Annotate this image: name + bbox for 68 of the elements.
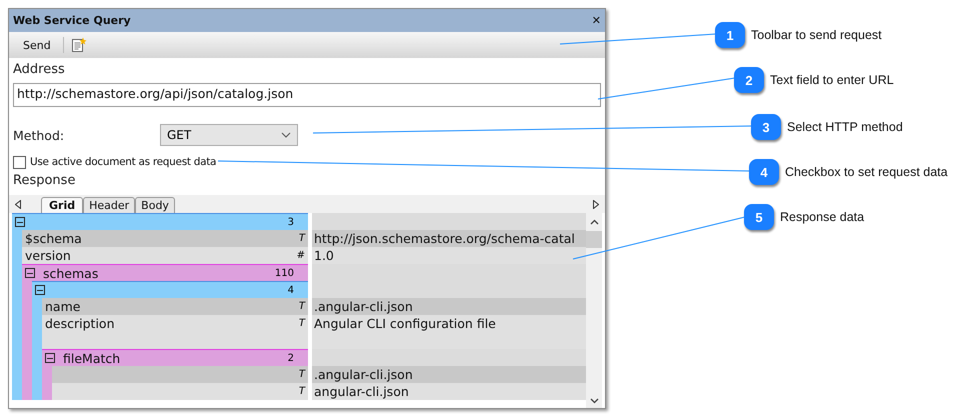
item-count: 4 — [288, 284, 294, 296]
method-label: Method: — [13, 128, 66, 142]
checkbox[interactable] — [13, 156, 26, 168]
scrollbar[interactable] — [586, 213, 602, 408]
scroll-left-icon[interactable] — [15, 200, 21, 208]
callout-text: Toolbar to send request — [751, 28, 882, 42]
chevron-down-icon — [281, 132, 291, 138]
field-value: http://json.schemastore.org/schema-catal — [314, 231, 575, 246]
number-badge: 3 — [751, 114, 781, 140]
callout-text: Text field to enter URL — [770, 73, 894, 87]
nesting-bar — [42, 383, 52, 400]
type-marker: T — [298, 300, 305, 312]
type-marker: T — [298, 232, 305, 244]
tab[interactable]: Body — [135, 197, 175, 213]
callout-text: Checkbox to set request data — [785, 165, 948, 179]
scroll-right-icon[interactable] — [593, 200, 599, 208]
field-value: Angular CLI configuration file — [314, 316, 496, 331]
collapse-icon[interactable] — [15, 217, 25, 227]
type-marker: T — [298, 317, 305, 329]
nesting-bar — [22, 383, 32, 400]
group-header[interactable]: fileMatch 2 — [42, 349, 308, 366]
group-name: schemas — [43, 266, 98, 280]
item-count: 110 — [274, 268, 294, 278]
callout-text: Select HTTP method — [787, 120, 903, 134]
item-count: 2 — [288, 352, 294, 364]
type-marker: T — [298, 368, 305, 380]
field-value: angular-cli.json — [314, 384, 409, 399]
document-star-icon[interactable] — [70, 37, 87, 53]
nesting-bar — [42, 366, 52, 383]
collapse-icon[interactable] — [45, 353, 55, 363]
field-name: description — [45, 316, 115, 331]
group-name: fileMatch — [63, 350, 120, 366]
collapse-icon[interactable] — [25, 268, 35, 278]
nesting-bar — [12, 383, 22, 400]
callout-text: Response data — [780, 210, 864, 224]
method-dropdown[interactable]: GET — [160, 124, 298, 146]
number-badge: 4 — [749, 159, 779, 185]
type-marker: T — [298, 385, 305, 397]
number-badge: 2 — [734, 67, 764, 93]
item-count: 3 — [288, 216, 294, 228]
field-name: version — [25, 248, 71, 263]
field-value: .angular-cli.json — [314, 367, 413, 382]
address-field[interactable]: http://schemastore.org/api/json/catalog.json — [13, 83, 601, 107]
type-marker: # — [296, 249, 305, 261]
number-badge: 1 — [715, 22, 745, 48]
number-badge: 5 — [744, 204, 774, 230]
close-icon[interactable]: ✕ — [592, 14, 601, 27]
scroll-thumb[interactable] — [586, 231, 602, 248]
request-data-checkbox[interactable]: Use active document as request data — [13, 151, 216, 173]
scroll-down-icon[interactable] — [590, 398, 598, 404]
field-name: $schema — [25, 231, 82, 246]
group-header[interactable]: 4 — [32, 281, 308, 298]
send-button[interactable]: Send — [15, 36, 59, 54]
scroll-up-icon[interactable] — [590, 219, 598, 225]
nesting-bar — [22, 281, 32, 298]
field-value: .angular-cli.json — [314, 299, 413, 314]
nesting-bar — [12, 230, 22, 247]
group-header[interactable]: schemas 110 — [22, 264, 308, 281]
response-label: Response — [13, 173, 76, 190]
field-value: 1.0 — [314, 248, 334, 263]
collapse-icon[interactable] — [35, 285, 45, 295]
tab[interactable]: Header — [83, 197, 136, 213]
tab[interactable]: Grid — [41, 197, 84, 213]
group-header[interactable]: 3 — [12, 213, 308, 230]
field-name: name — [45, 299, 80, 314]
address-label: Address — [13, 62, 65, 79]
nesting-bar — [32, 383, 42, 400]
window-title: Web Service Query — [13, 14, 131, 27]
